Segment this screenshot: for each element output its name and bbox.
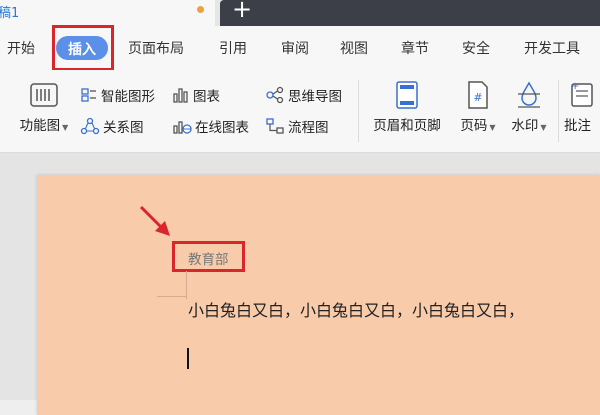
smart-shape-button[interactable]: 智能图形 xyxy=(80,85,155,105)
page-number-label: 页码 xyxy=(460,118,488,134)
chart-label: 图表 xyxy=(193,89,220,105)
barcode-icon xyxy=(30,83,58,107)
annotation-icon: + xyxy=(571,81,593,107)
chart-button[interactable]: 图表 xyxy=(172,85,220,105)
function-chart-button[interactable]: 功能图 ▼ xyxy=(14,80,74,134)
flow-chart-icon xyxy=(266,118,284,134)
chevron-down-icon: ▼ xyxy=(540,123,547,132)
menu-bar: 开始 插入 页面布局 引用 审阅 视图 章节 安全 开发工具 xyxy=(0,25,600,71)
document-tab[interactable]: 稿1 xyxy=(0,0,215,26)
relation-chart-label: 关系图 xyxy=(103,120,144,136)
flow-chart-button[interactable]: 流程图 xyxy=(265,116,329,136)
relation-chart-button[interactable]: 关系图 xyxy=(80,116,144,136)
title-bar: 稿1 + xyxy=(0,0,600,26)
red-arrow-icon xyxy=(139,205,170,236)
margin-mark xyxy=(186,271,187,299)
tab-home[interactable]: 开始 xyxy=(7,38,35,58)
document-canvas: 教育部 小白兔白又白，小白兔白又白，小白兔白又白， xyxy=(0,153,600,415)
margin-mark xyxy=(157,296,187,297)
insert-highlight-box xyxy=(52,25,114,71)
ribbon-separator xyxy=(358,80,359,142)
body-paragraph[interactable]: 小白兔白又白，小白兔白又白，小白兔白又白， xyxy=(188,297,524,321)
clipped-left-edge xyxy=(0,114,14,134)
document-tab-title: 稿1 xyxy=(0,6,20,21)
tab-page-layout[interactable]: 页面布局 xyxy=(128,38,184,58)
tab-strip xyxy=(220,0,600,26)
smart-shape-label: 智能图形 xyxy=(101,89,155,105)
ribbon-separator xyxy=(558,80,559,142)
online-chart-label: 在线图表 xyxy=(195,120,249,136)
header-footer-icon xyxy=(396,81,418,109)
svg-text:#: # xyxy=(473,91,482,104)
text-cursor xyxy=(187,348,189,369)
unsaved-dot-icon xyxy=(197,6,204,13)
mind-map-icon xyxy=(266,86,284,104)
tab-section[interactable]: 章节 xyxy=(401,38,429,58)
ribbon-toolbar: 功能图 ▼ 智能图形 图表 思维导图 关系图 在线图表 流程图 页眉和页脚 # … xyxy=(0,70,600,153)
annotation-button[interactable]: + 批注 xyxy=(564,80,600,134)
page-number-icon: # xyxy=(468,81,488,109)
bar-chart-icon xyxy=(173,88,188,103)
svg-text:+: + xyxy=(571,81,579,92)
new-tab-button[interactable]: + xyxy=(232,0,252,22)
tab-references[interactable]: 引用 xyxy=(219,38,247,58)
document-page[interactable]: 教育部 小白兔白又白，小白兔白又白，小白兔白又白， xyxy=(37,175,600,415)
watermark-button[interactable]: 水印 ▼ xyxy=(505,80,553,134)
header-highlight-box xyxy=(172,241,245,272)
smart-shape-icon xyxy=(81,88,96,102)
mind-map-button[interactable]: 思维导图 xyxy=(265,85,342,105)
watermark-label: 水印 xyxy=(511,118,539,134)
online-chart-icon xyxy=(173,121,192,134)
tab-security[interactable]: 安全 xyxy=(462,38,490,58)
function-chart-label: 功能图 xyxy=(19,118,61,134)
header-footer-label: 页眉和页脚 xyxy=(373,118,441,134)
chevron-down-icon: ▼ xyxy=(489,123,496,132)
page-number-button[interactable]: # 页码 ▼ xyxy=(455,80,501,134)
watermark-icon xyxy=(518,81,540,108)
tab-developer[interactable]: 开发工具 xyxy=(524,38,580,58)
tab-review[interactable]: 审阅 xyxy=(281,38,309,58)
mind-map-label: 思维导图 xyxy=(288,89,342,105)
annotation-label: 批注 xyxy=(564,118,591,134)
header-footer-button[interactable]: 页眉和页脚 xyxy=(368,80,446,134)
online-chart-button[interactable]: 在线图表 xyxy=(172,116,249,136)
tab-view[interactable]: 视图 xyxy=(340,38,368,58)
relation-chart-icon xyxy=(80,117,100,135)
chevron-down-icon: ▼ xyxy=(62,123,69,132)
flow-chart-label: 流程图 xyxy=(288,120,329,136)
